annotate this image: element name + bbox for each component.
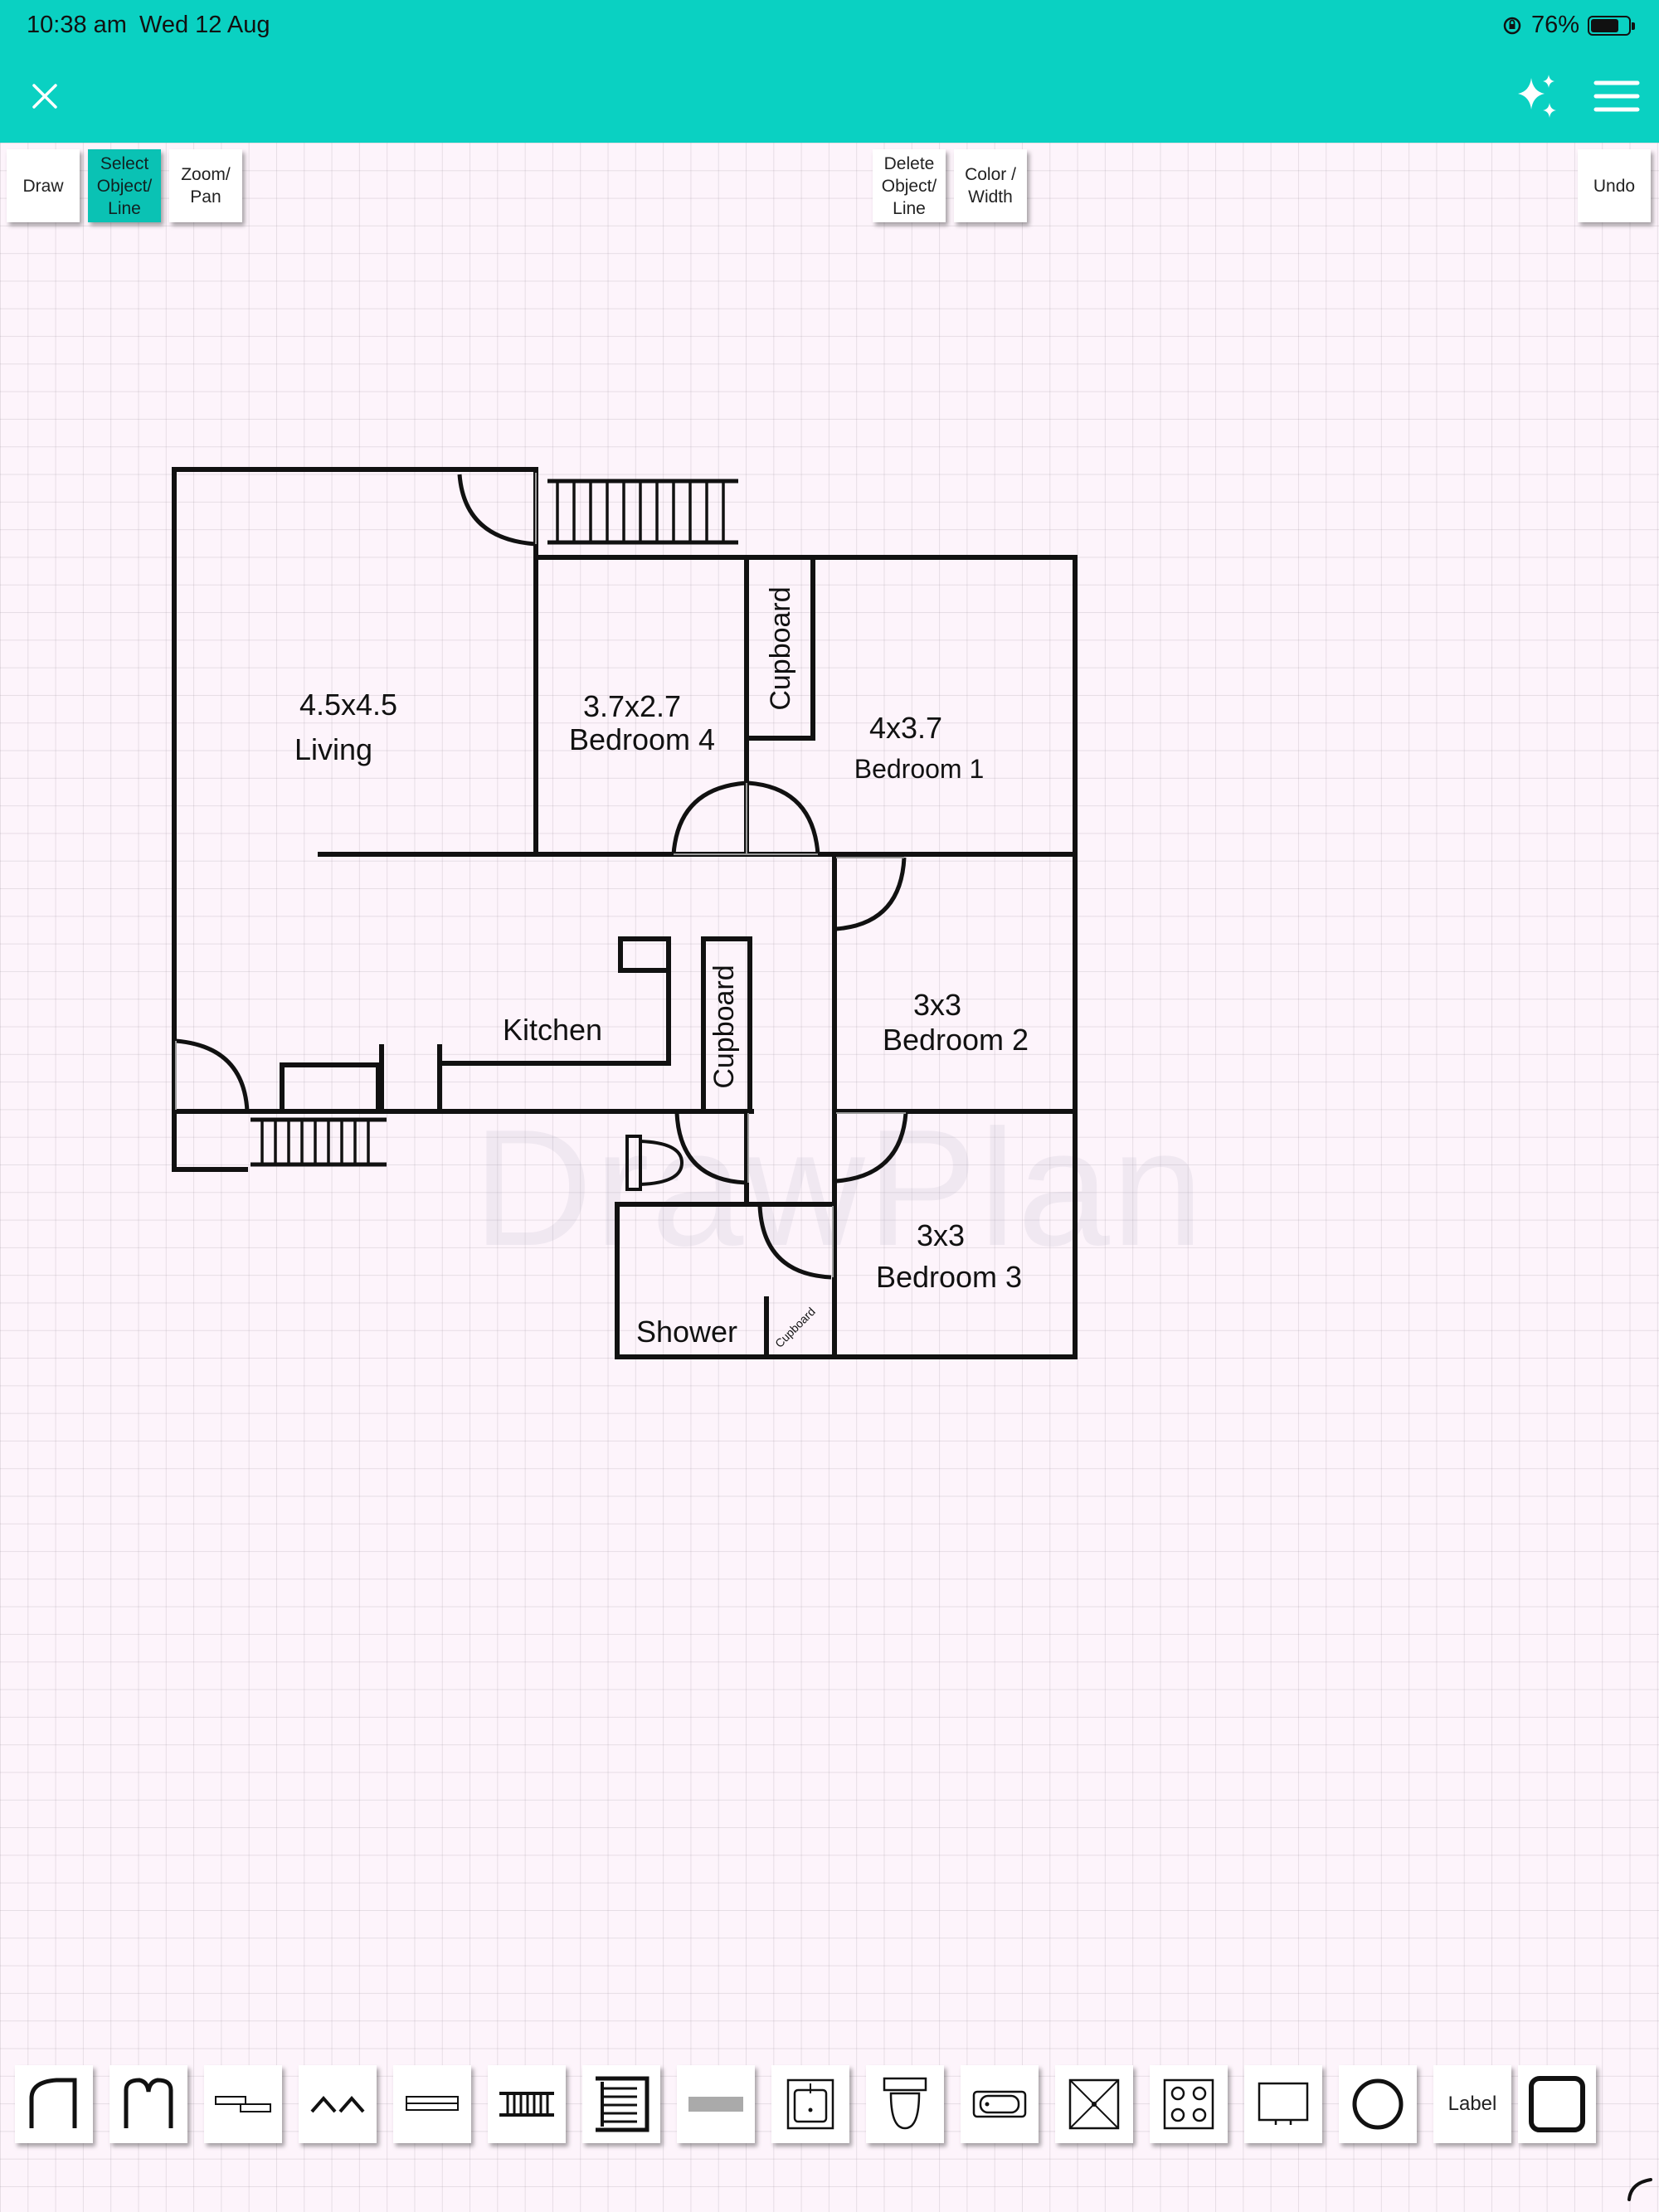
bifold-door-icon <box>310 2095 365 2113</box>
bedroom1-name-label: Bedroom 1 <box>854 754 985 784</box>
shower-label: Shower <box>636 1315 737 1349</box>
bath-tool[interactable] <box>961 2065 1039 2143</box>
bench-icon <box>688 2097 743 2112</box>
bench-tool[interactable] <box>677 2065 755 2143</box>
stairs-tool[interactable] <box>488 2065 566 2143</box>
floor-plan-canvas[interactable]: 4.5x4.5 Living 3.7x2.7 Bedroom 4 4x3.7 B… <box>0 0 1659 2212</box>
door <box>835 1112 908 1184</box>
living-size-label: 4.5x4.5 <box>299 688 397 722</box>
toilet-tool[interactable] <box>866 2065 944 2143</box>
bedroom3-size-label: 3x3 <box>917 1218 965 1252</box>
window-tool[interactable] <box>393 2065 471 2143</box>
toilet-icon <box>883 2077 927 2130</box>
wall <box>172 1109 248 1172</box>
sliding-door-icon <box>215 2096 271 2112</box>
wall <box>280 1062 381 1114</box>
circle-tool[interactable] <box>1339 2065 1417 2143</box>
bedroom3-name-label: Bedroom 3 <box>876 1260 1022 1294</box>
bifold-door-tool[interactable] <box>299 2065 377 2143</box>
stove-tool[interactable] <box>1150 2065 1228 2143</box>
rectangle-icon <box>1529 2076 1585 2132</box>
wall <box>618 936 671 973</box>
bedroom2-name-label: Bedroom 2 <box>883 1023 1029 1057</box>
toilet-fixture <box>625 1135 684 1191</box>
door <box>457 474 537 547</box>
sink-icon <box>786 2078 834 2130</box>
label-tool-text: Label <box>1447 2093 1497 2115</box>
tv-tool[interactable] <box>1244 2065 1322 2143</box>
bedroom2-size-label: 3x3 <box>913 988 961 1022</box>
door <box>175 1038 250 1112</box>
shower-icon <box>1068 2078 1120 2130</box>
stairs <box>251 1117 387 1167</box>
single-door-icon <box>29 2078 77 2128</box>
bedroom4-name-label: Bedroom 4 <box>569 722 715 756</box>
door <box>835 857 907 931</box>
rectangle-tool[interactable] <box>1518 2065 1596 2143</box>
wall <box>533 555 1078 1359</box>
door <box>747 780 820 855</box>
wall <box>744 1109 837 1207</box>
door <box>674 1112 749 1185</box>
staircase-landing-tool[interactable] <box>582 2065 660 2143</box>
circle-icon <box>1352 2078 1404 2130</box>
cupboard-label-small: Cupboard <box>772 1305 818 1350</box>
stove-icon <box>1163 2078 1214 2130</box>
cupboard-label-2: Cupboard <box>708 965 740 1088</box>
bedroom4-size-label: 3.7x2.7 <box>583 689 681 723</box>
bath-icon <box>972 2090 1027 2118</box>
door <box>671 780 747 855</box>
double-door-icon <box>124 2078 173 2128</box>
window-icon <box>406 2096 459 2111</box>
double-door-tool[interactable] <box>109 2065 187 2143</box>
bedroom1-size-label: 4x3.7 <box>869 711 942 745</box>
living-name-label: Living <box>294 732 372 766</box>
cupboard-label-1: Cupboard <box>765 586 796 710</box>
shower-tool[interactable] <box>1055 2065 1133 2143</box>
stairs <box>547 479 738 545</box>
kitchen-label: Kitchen <box>503 1013 602 1047</box>
sliding-door-tool[interactable] <box>204 2065 282 2143</box>
label-tool[interactable]: Label <box>1433 2065 1511 2143</box>
single-door-tool[interactable] <box>15 2065 93 2143</box>
sink-tool[interactable] <box>771 2065 849 2143</box>
resize-handle-icon[interactable] <box>1626 2175 1654 2203</box>
tv-icon <box>1258 2082 1309 2125</box>
stairs-icon <box>499 2092 554 2117</box>
door <box>757 1205 832 1280</box>
staircase-landing-icon <box>596 2076 649 2132</box>
